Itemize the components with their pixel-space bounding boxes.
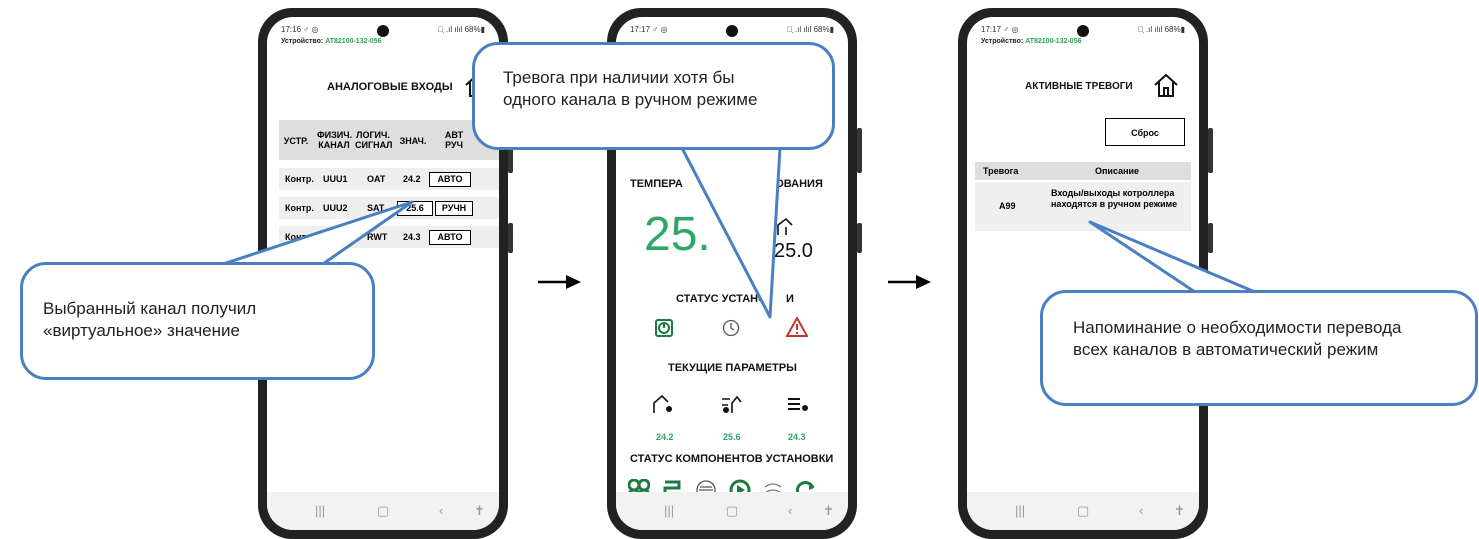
- callout-text: Напоминание о необходимости перевода все…: [1073, 318, 1402, 359]
- callout-virtual-value: Выбранный канал получил «виртуальное» зн…: [20, 262, 375, 380]
- callout-alarm-manual-mode: Тревога при наличии хотя бы одного канал…: [472, 42, 835, 150]
- callout-reminder: Напоминание о необходимости перевода все…: [1040, 290, 1478, 406]
- callout-text: Тревога при наличии хотя бы одного канал…: [503, 68, 758, 109]
- callout-text: Выбранный канал получил «виртуальное» зн…: [43, 299, 257, 340]
